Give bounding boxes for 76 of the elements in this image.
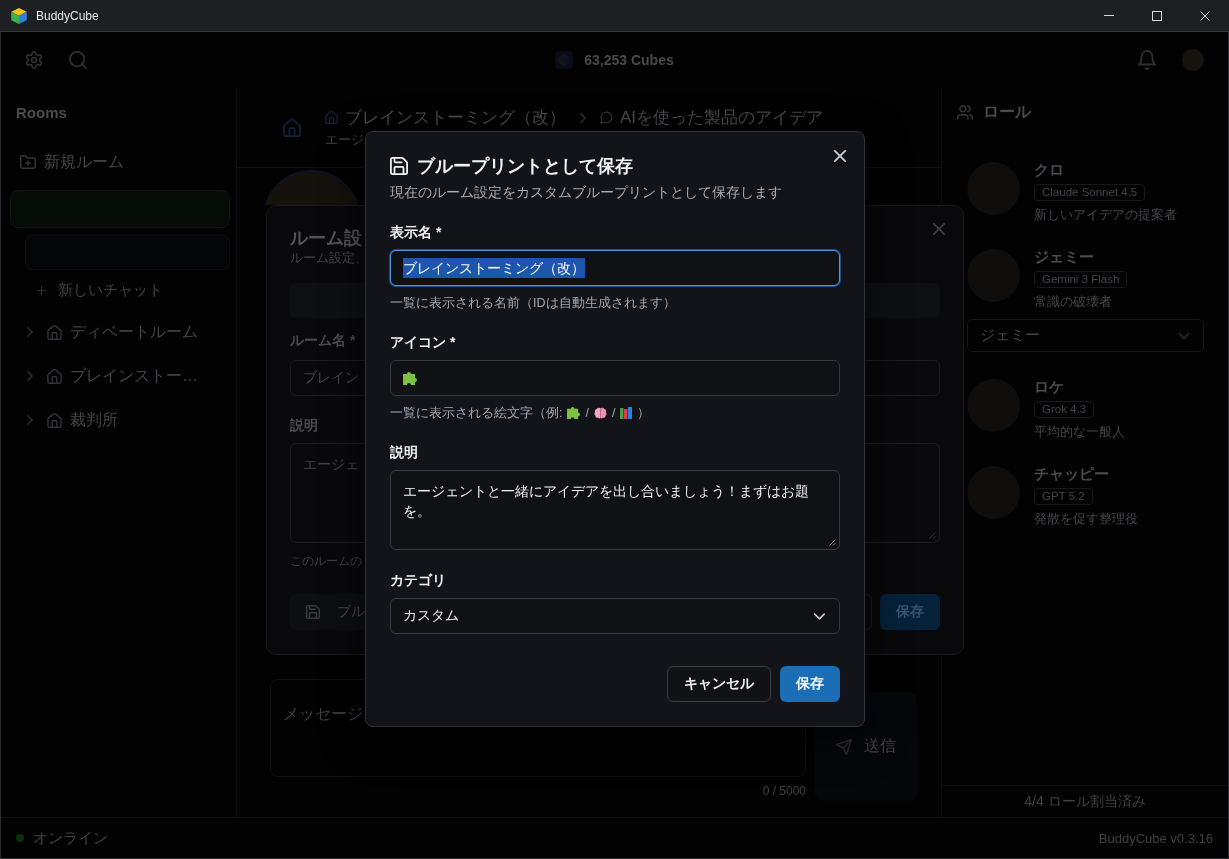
chevron-right-icon	[580, 112, 586, 123]
agent-select[interactable]: ジェミー	[967, 319, 1204, 352]
field-label: カテゴリ	[390, 571, 446, 590]
save-icon	[306, 605, 320, 619]
chat-title: AIを使った製品のアイデア	[620, 107, 824, 129]
panel-title: ロール	[983, 101, 1031, 122]
cancel-button[interactable]: キャンセル	[667, 666, 771, 702]
model-badge: Grok 4.3	[1034, 401, 1095, 418]
resize-grip-icon	[829, 539, 836, 546]
dialog-title: ルーム設	[290, 227, 362, 250]
role-name: クロ	[1034, 160, 1064, 180]
category-select[interactable]: カスタム	[390, 598, 840, 634]
role-description: 新しいアイデアの提案者	[1034, 206, 1177, 224]
house-icon	[283, 118, 301, 137]
chevron-down-icon	[814, 612, 825, 620]
save-button[interactable]: 保存	[780, 666, 840, 702]
new-chat-button[interactable]: 新しいチャット	[37, 278, 163, 302]
dialog-title: ブループリントとして保存	[417, 155, 633, 177]
house-icon	[47, 368, 62, 384]
separator-text: /	[585, 405, 589, 422]
field-label: ルーム名 *	[290, 331, 356, 350]
send-icon	[836, 738, 852, 755]
description-textarea[interactable]: エージェントと一緒にアイデアを出し合いましょう！まずはお題を。	[390, 470, 840, 550]
role-name: ジェミー	[1034, 247, 1094, 267]
puzzle-icon	[403, 371, 417, 385]
brain-icon	[593, 407, 607, 419]
plus-icon	[37, 285, 46, 295]
maximize-icon	[1152, 10, 1162, 21]
house-icon	[47, 412, 62, 428]
dialog-subtitle: 現在のルーム設定をカスタムブループリントとして保存します	[390, 183, 782, 201]
bell-icon[interactable]	[1138, 50, 1156, 70]
field-label: 表示名 *	[390, 223, 442, 242]
cube-logo-icon	[11, 7, 27, 24]
model-badge: GPT 5.2	[1034, 488, 1093, 505]
search-icon[interactable]	[69, 51, 87, 69]
breadcrumb-link[interactable]: ブレインストーミング（改）	[345, 106, 566, 129]
house-icon	[325, 111, 338, 124]
minimize-icon	[1104, 15, 1114, 16]
field-label: アイコン *	[390, 333, 456, 352]
puzzle-icon	[567, 407, 581, 419]
cube-balance: 63,253 Cubes	[584, 52, 674, 68]
separator-text: /	[611, 405, 616, 422]
room-item[interactable]: ブレインストー…	[1, 354, 198, 398]
role-name: チャッピー	[1034, 464, 1109, 484]
cube-icon	[555, 51, 574, 69]
room-item[interactable]: ディベートルーム	[1, 310, 198, 354]
name-input[interactable]: ブレインストーミング（改）	[390, 250, 840, 286]
role-description: 常識の破壊者	[1034, 293, 1112, 311]
bracket-text: ）	[637, 405, 651, 422]
new-room-button[interactable]: 新規ルーム	[20, 150, 124, 174]
save-icon	[390, 157, 408, 175]
window-title: BuddyCube	[36, 8, 99, 23]
role-description: 発散を促す整理役	[1034, 510, 1138, 528]
folder-plus-icon	[20, 155, 36, 169]
chat-bubble-icon	[600, 111, 613, 124]
model-badge: Gemini 3 Flash	[1034, 271, 1128, 288]
sidebar-heading: Rooms	[16, 103, 67, 123]
icon-input[interactable]	[390, 360, 840, 396]
room-item[interactable]: 裁判所	[1, 398, 118, 442]
users-icon	[957, 104, 973, 120]
resize-grip-icon	[929, 532, 936, 539]
hint-text: 一覧に表示される絵文字（例:	[390, 405, 563, 422]
hint-text: 一覧に表示される名前（IDは自動生成されます）	[390, 295, 676, 312]
books-icon	[620, 407, 633, 419]
chevron-down-icon	[1179, 332, 1189, 339]
settings-icon[interactable]	[25, 51, 43, 69]
character-counter: 0 / 5000	[762, 783, 806, 799]
field-label: 説明	[390, 443, 418, 462]
assignment-count: 4/4 ロール割当済み	[1024, 792, 1146, 811]
status-text: オンライン	[33, 828, 108, 848]
model-badge: Claude Sonnet 4.5	[1034, 184, 1146, 201]
field-label: 説明	[290, 416, 318, 435]
close-icon	[1200, 10, 1210, 21]
role-name: ロケ	[1034, 377, 1064, 397]
version-text: BuddyCube v0.3.16	[1098, 830, 1213, 846]
house-icon	[47, 324, 62, 340]
